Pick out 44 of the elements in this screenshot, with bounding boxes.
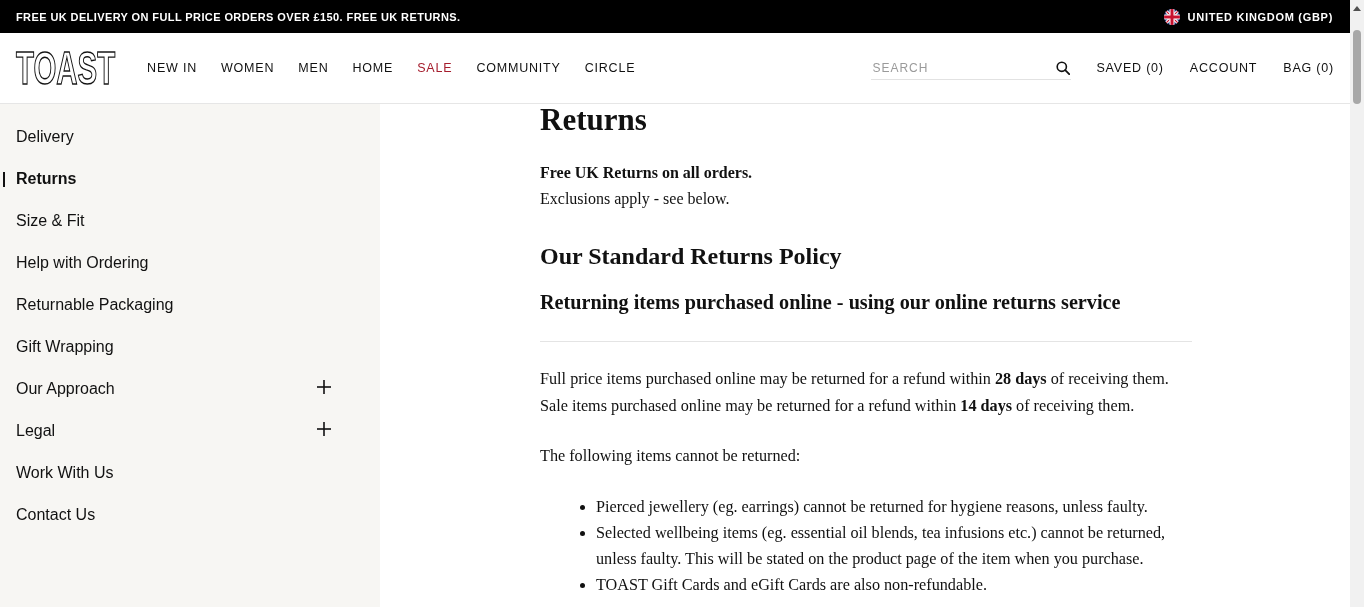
nav-link[interactable]: WOMEN — [221, 61, 275, 75]
subsection-heading: Returning items purchased online - using our online returns service — [540, 290, 1122, 315]
sidebar-link[interactable]: Returnable Packaging — [16, 296, 174, 314]
section-heading: Our Standard Returns Policy — [540, 242, 843, 271]
bullet-icon — [580, 505, 585, 510]
region-selector[interactable]: UNITED KINGDOM (GBP) — [1163, 8, 1333, 25]
bullet-icon — [580, 531, 585, 536]
sidebar-link[interactable]: Delivery — [16, 128, 74, 146]
page-title: Returns — [540, 106, 648, 134]
search-icon[interactable] — [1056, 61, 1071, 75]
nav-link[interactable]: HOME — [352, 61, 394, 75]
sidebar-link[interactable]: Legal — [16, 422, 56, 440]
exclusions-intro: The following items cannot be returned: — [540, 446, 802, 467]
sidebar-link[interactable]: Our Approach — [16, 380, 115, 398]
sidebar-link[interactable]: Work With Us — [16, 464, 114, 482]
lead-text: Free UK Returns on all orders. — [540, 163, 754, 183]
header-link[interactable]: SAVED (0) — [1096, 61, 1164, 75]
list-item-text: Pierced jewellery (eg. earrings) cannot be returned for hygiene reasons, unless faulty. — [596, 497, 1148, 518]
nav-link[interactable]: NEW IN — [147, 61, 197, 75]
sidebar-link[interactable]: Help with Ordering — [16, 254, 149, 272]
nav-link[interactable]: CIRCLE — [584, 61, 636, 75]
promo-message: FREE UK DELIVERY ON FULL PRICE ORDERS OVER £150. FREE UK RETURNS. — [16, 10, 461, 23]
plus-icon[interactable] — [317, 422, 331, 436]
header-link[interactable]: BAG (0) — [1283, 61, 1334, 75]
sidebar-link[interactable]: Size & Fit — [16, 212, 85, 230]
sidebar-link[interactable]: Gift Wrapping — [16, 338, 114, 356]
policy-text: Sale items purchased online may be returned for a refund within 14 days of receiving them. — [540, 396, 1136, 417]
note-text: Exclusions apply - see below. — [540, 189, 731, 210]
sidebar-link[interactable]: Returns — [16, 170, 77, 188]
policy-text: Full price items purchased online may be returned for a refund within 28 days of receiving them. — [540, 369, 1170, 390]
nav-link[interactable]: COMMUNITY — [476, 61, 561, 75]
flag-icon — [1163, 8, 1180, 25]
plus-icon[interactable] — [317, 380, 331, 394]
nav-link[interactable]: MEN — [298, 61, 329, 75]
scroll-up-icon[interactable] — [1353, 6, 1361, 11]
logo[interactable]: TOAST — [16, 51, 116, 85]
search-field[interactable]: SEARCH — [871, 56, 1072, 80]
list-item-text: Selected wellbeing items (eg. essential oil blends, tea infusions etc.) cannot be returned, unless faulty. This will be stated on the product page of the item when you purchase. — [596, 523, 1167, 570]
sidebar-link[interactable]: Contact Us — [16, 506, 96, 524]
nav-link[interactable]: SALE — [417, 61, 453, 75]
bullet-icon — [580, 583, 585, 588]
header-link[interactable]: ACCOUNT — [1189, 61, 1258, 75]
scrollbar-thumb[interactable] — [1353, 30, 1361, 104]
list-item-text: TOAST Gift Cards and eGift Cards are also non-refundable. — [596, 575, 987, 596]
